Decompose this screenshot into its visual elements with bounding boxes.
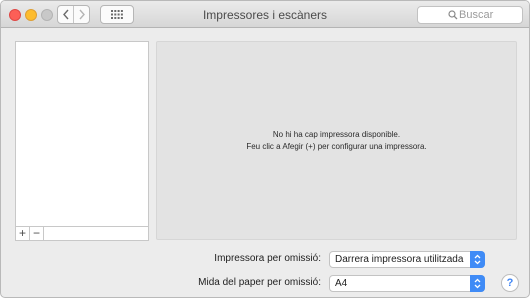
default-paper-size-popup[interactable]: A4 <box>329 275 485 292</box>
default-paper-size-value: A4 <box>335 278 348 289</box>
updown-arrows-icon <box>470 251 485 268</box>
default-paper-size-label: Mida del paper per omissió: <box>198 277 321 288</box>
zoom-window-button[interactable] <box>41 9 53 21</box>
empty-state-line-2: Feu clic a Afegir (+) per configurar una… <box>246 142 427 151</box>
close-window-button[interactable] <box>9 9 21 21</box>
grid-icon <box>111 10 123 19</box>
search-icon <box>448 10 458 20</box>
updown-arrows-icon <box>470 275 485 292</box>
navigation-buttons <box>57 5 90 24</box>
search-input[interactable] <box>459 7 519 23</box>
empty-state-message: No hi ha cap impressora disponible. Feu … <box>157 129 516 153</box>
help-button[interactable]: ? <box>501 274 519 292</box>
add-printer-button[interactable]: + <box>16 227 30 240</box>
printer-detail-pane: No hi ha cap impressora disponible. Feu … <box>156 41 517 240</box>
default-printer-value: Darrera impressora utilitzada <box>335 254 464 265</box>
search-field[interactable] <box>417 6 523 24</box>
chevron-right-icon <box>79 9 85 20</box>
minimize-window-button[interactable] <box>25 9 37 21</box>
chevron-left-icon <box>62 9 69 20</box>
empty-state-line-1: No hi ha cap impressora disponible. <box>272 130 401 139</box>
printer-list-controls: + − <box>15 227 149 241</box>
title-bar: Impressores i escàners <box>1 1 529 28</box>
show-all-button[interactable] <box>100 5 134 24</box>
default-printer-popup[interactable]: Darrera impressora utilitzada <box>329 251 485 268</box>
preferences-window: Impressores i escàners + − No hi ha cap … <box>0 0 530 298</box>
default-printer-label: Impressora per omissió: <box>214 253 321 264</box>
printer-list[interactable] <box>15 41 149 227</box>
forward-button[interactable] <box>73 6 89 23</box>
remove-printer-button[interactable]: − <box>30 227 44 240</box>
back-button[interactable] <box>58 6 73 23</box>
